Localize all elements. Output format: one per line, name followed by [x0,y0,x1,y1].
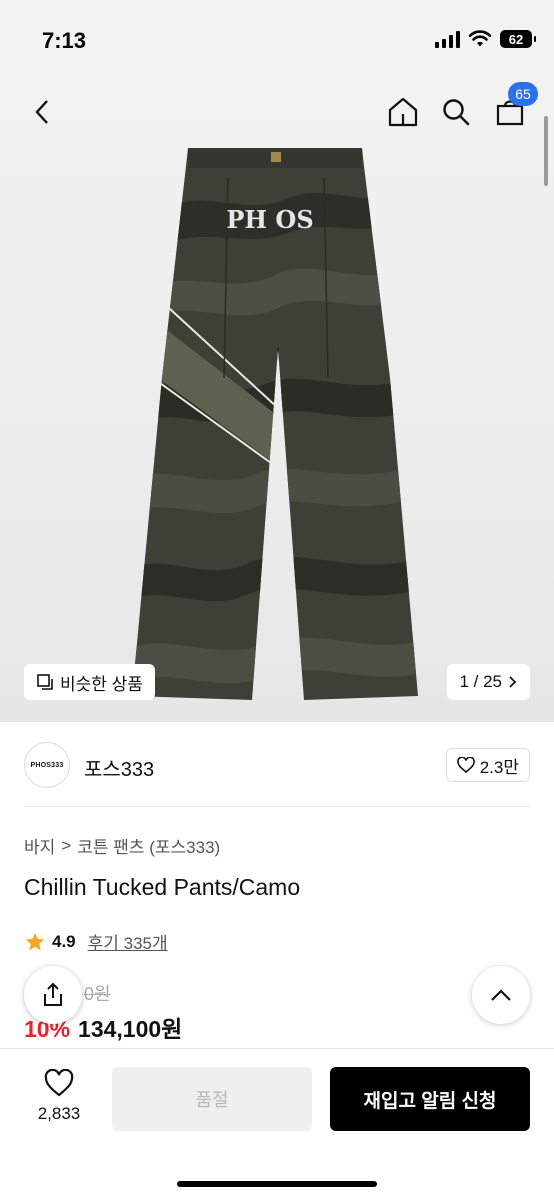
search-icon [443,99,470,126]
similar-products-button[interactable]: 비슷한 상품 [24,664,155,700]
chevron-up-icon [491,989,511,1001]
home-indicator [177,1181,377,1187]
status-bar: 7:13 62 [0,0,554,80]
page-indicator-label: 1 / 25 [459,672,502,691]
heart-outline-icon [44,1068,74,1097]
brand-row: PHOS333 포스333 2.3만 [24,740,530,790]
product-image: PH OS [128,148,424,708]
breadcrumb: 바지 > 코튼 팬츠 (포스333) [24,833,220,858]
scroll-top-button[interactable] [472,966,530,1024]
star-icon [25,932,45,950]
signal-icon [435,30,460,48]
rating-row: 4.9 후기 335개 [24,929,168,954]
home-icon [388,97,418,127]
similar-products-label: 비슷한 상품 [60,674,143,694]
original-price: 0원 [84,984,111,1004]
breadcrumb-subcategory[interactable]: 코튼 팬츠 (포스333) [77,833,220,858]
wishlist-button[interactable]: 2,833 [24,1068,94,1124]
embroidered-logo: PH OS [226,205,313,234]
product-image-gallery[interactable]: PH OS 비슷한 상품 1 / 25 [0,80,554,722]
share-button[interactable] [24,966,82,1024]
product-title: Chillin Tucked Pants/Camo [24,874,301,900]
image-page-indicator[interactable]: 1 / 25 [447,664,530,700]
back-button[interactable] [20,90,64,134]
brand-logo[interactable]: PHOS333 [24,742,70,788]
back-chevron-icon [35,100,48,124]
share-icon [44,982,62,1006]
cart-count-badge: 65 [508,82,538,106]
breadcrumb-category[interactable]: 바지 [24,833,55,858]
status-icons: 62 [435,30,536,48]
review-count-link[interactable]: 후기 335개 [88,929,168,954]
battery-icon: 62 [500,30,536,48]
heart-icon [456,757,475,773]
brand-like-count: 2.3만 [479,757,519,777]
search-button[interactable] [434,90,478,134]
top-nav: 65 [0,80,554,146]
cart-button[interactable]: 65 [488,82,538,134]
chevron-right-icon [509,676,517,688]
restock-alert-button[interactable]: 재입고 알림 신청 [330,1067,530,1131]
brand-like-button[interactable]: 2.3만 [445,748,530,782]
sale-price: 134,100원 [78,1016,183,1042]
status-time: 7:13 [42,28,87,53]
soldout-button: 품절 [112,1067,312,1131]
brand-name[interactable]: 포스333 [84,753,154,782]
divider [24,806,530,807]
home-button[interactable] [381,90,425,134]
wishlist-count: 2,833 [37,1104,81,1123]
wifi-icon [468,30,492,47]
bottom-action-bar: 2,833 품절 재입고 알림 신청 [0,1048,554,1200]
similar-icon [37,674,53,690]
rating-value: 4.9 [52,931,76,951]
breadcrumb-separator: > [61,835,72,855]
